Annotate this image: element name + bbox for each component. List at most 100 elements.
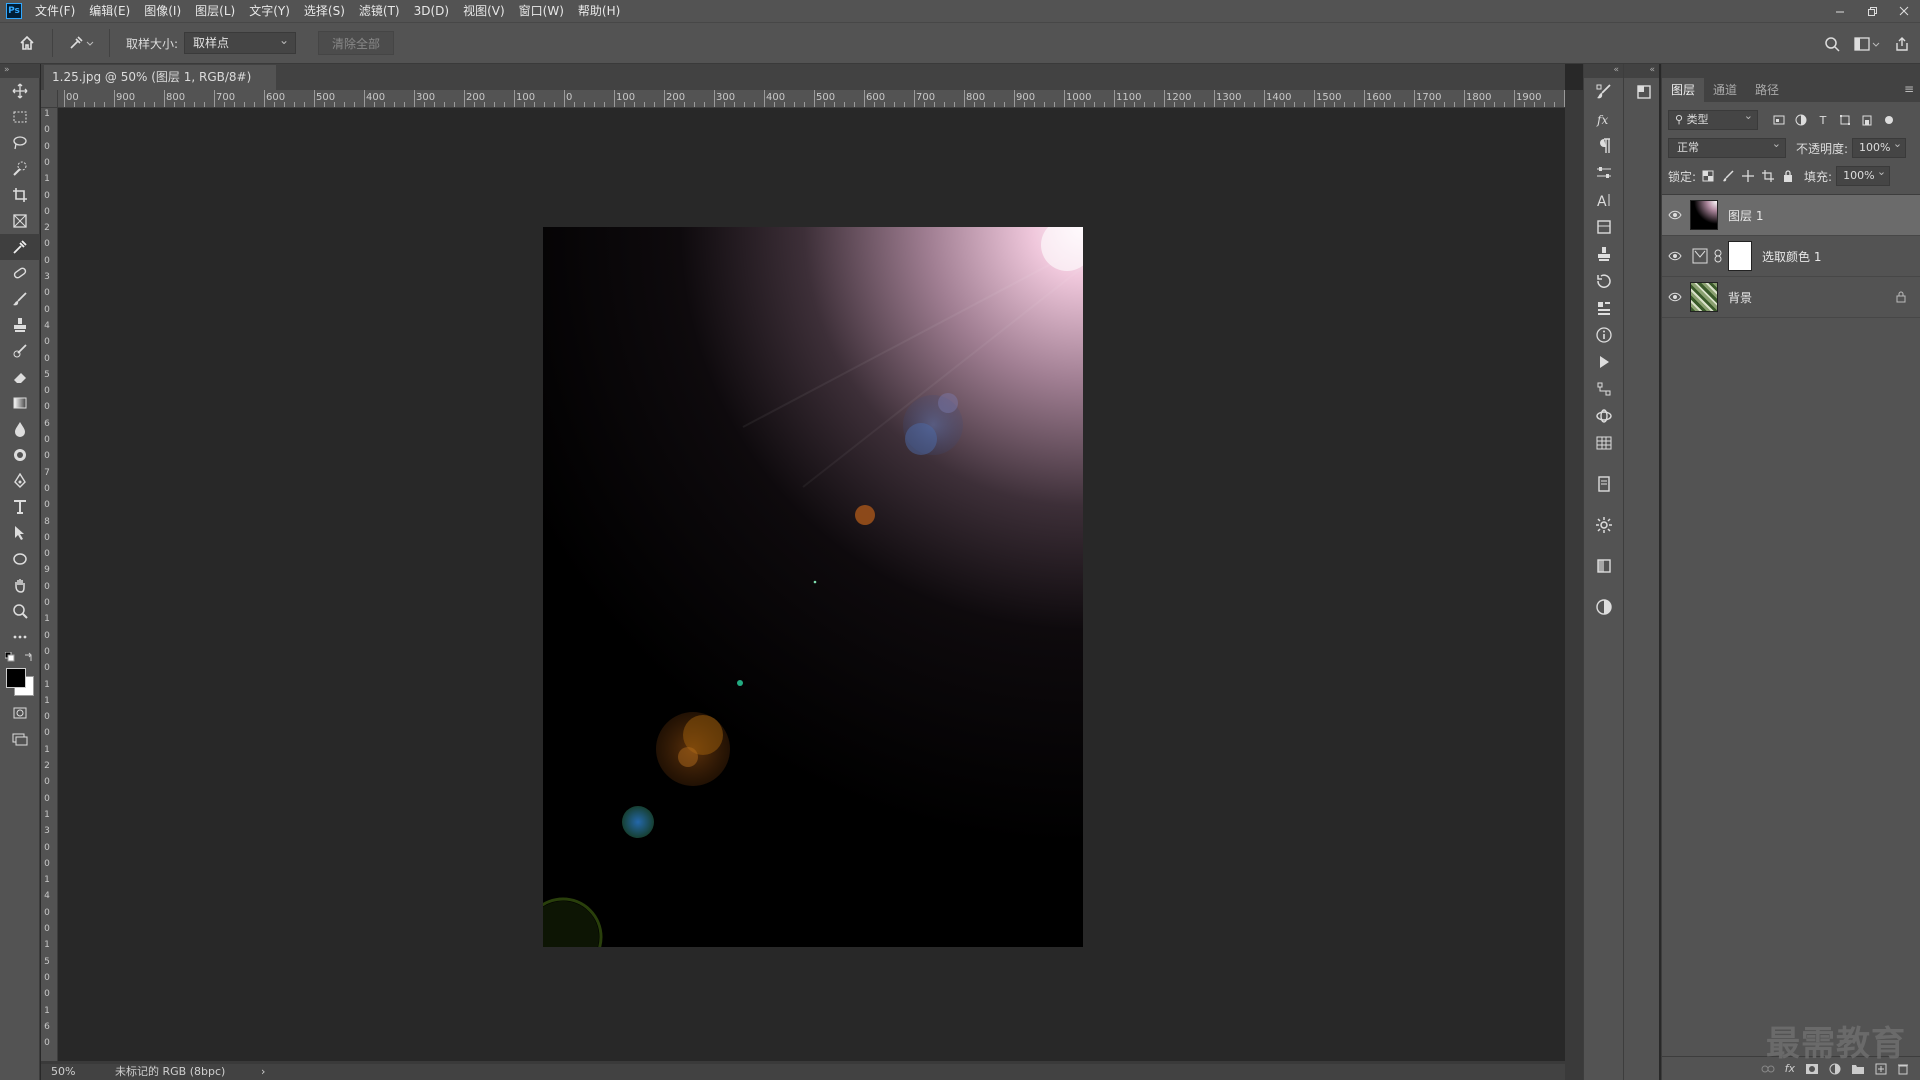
zoom-tool-icon[interactable]	[0, 598, 40, 624]
lock-artboard-icon[interactable]	[1762, 170, 1775, 182]
visibility-eye-icon[interactable]	[1662, 251, 1688, 261]
horizontal-ruler[interactable]: 00 900 800 700 600 500 400 300 200 100 0 100 200 300 4…	[58, 90, 1565, 108]
layer-row[interactable]: 图层 1	[1662, 195, 1920, 236]
lock-all-icon[interactable]	[1782, 170, 1794, 182]
default-colors-icon[interactable]	[5, 652, 15, 662]
foreground-color-swatch[interactable]	[6, 668, 26, 688]
panel-collapse-bar[interactable]	[1662, 64, 1920, 78]
lock-position-icon[interactable]	[1742, 170, 1755, 182]
lasso-tool-icon[interactable]	[0, 130, 40, 156]
visibility-eye-icon[interactable]	[1662, 210, 1688, 220]
panel-menu-icon[interactable]: ≡	[1904, 82, 1914, 96]
table-grid-icon[interactable]	[1584, 429, 1624, 456]
restore-icon[interactable]	[1856, 0, 1888, 22]
timeline-icon[interactable]	[1584, 552, 1624, 579]
path-selection-tool-icon[interactable]	[0, 520, 40, 546]
clear-all-button[interactable]: 清除全部	[318, 31, 395, 55]
lock-pixels-icon[interactable]	[1722, 170, 1734, 182]
share-icon[interactable]	[1894, 36, 1910, 52]
notes-icon[interactable]	[1584, 470, 1624, 497]
tab-paths[interactable]: 路径	[1746, 78, 1788, 102]
tool-preset-picker[interactable]	[61, 29, 101, 57]
eyedropper-tool-icon[interactable]	[0, 234, 40, 260]
crop-tool-icon[interactable]	[0, 182, 40, 208]
menu-view[interactable]: 视图(V)	[456, 0, 512, 22]
vertical-ruler[interactable]: 1 0 0 0 1 0 0 2 0 0 3 0 0 4 0 0 5 0 0 6 0 0 7 0 0 8 0 0 9 0 0 1 0 0 0 1 1 0 0 1…	[41, 108, 58, 1064]
plugins-gear-icon[interactable]	[1584, 511, 1624, 538]
chain-link-icon[interactable]	[1714, 249, 1722, 263]
stamp-tool-icon[interactable]	[0, 312, 40, 338]
sample-size-select[interactable]: 取样点	[184, 30, 297, 54]
type-tool-icon[interactable]	[0, 494, 40, 520]
document-tab[interactable]: 1.25.jpg @ 50% (图层 1, RGB/8#) *×	[44, 65, 276, 109]
hand-tool-icon[interactable]	[0, 572, 40, 598]
marquee-tool-icon[interactable]	[0, 104, 40, 130]
filter-type-icon[interactable]: T	[1816, 113, 1830, 127]
filter-toggle-icon[interactable]	[1882, 113, 1896, 127]
pen-tool-icon[interactable]	[0, 468, 40, 494]
home-button[interactable]	[10, 26, 44, 60]
minimize-icon[interactable]	[1824, 0, 1856, 22]
workspace-icon[interactable]	[1854, 36, 1880, 52]
menu-window[interactable]: 窗口(W)	[512, 0, 571, 22]
dock-collapse-icon[interactable]: «	[1584, 64, 1623, 78]
ellipse-tool-icon[interactable]	[0, 546, 40, 572]
menu-image[interactable]: 图像(I)	[137, 0, 188, 22]
blend-mode-select[interactable]: 正常	[1668, 135, 1786, 158]
history-brush-tool-icon[interactable]	[0, 338, 40, 364]
dodge-tool-icon[interactable]	[0, 442, 40, 468]
adjustments-sliders-icon[interactable]	[1584, 159, 1624, 186]
search-icon[interactable]	[1824, 36, 1840, 52]
filter-shape-icon[interactable]	[1838, 113, 1852, 127]
screen-mode-icon[interactable]	[0, 726, 40, 752]
history-icon[interactable]	[1584, 267, 1624, 294]
healing-brush-tool-icon[interactable]	[0, 260, 40, 286]
blur-tool-icon[interactable]	[0, 416, 40, 442]
more-tools-icon[interactable]	[0, 624, 40, 650]
opacity-input[interactable]: 100%	[1852, 135, 1907, 158]
menu-layer[interactable]: 图层(L)	[188, 0, 242, 22]
properties-icon[interactable]	[1584, 294, 1624, 321]
color-wheel-icon[interactable]	[1584, 593, 1624, 620]
paragraph-icon[interactable]	[1584, 132, 1624, 159]
layer-mask-thumbnail[interactable]	[1728, 241, 1752, 271]
fill-input[interactable]: 100%	[1836, 163, 1891, 186]
swatches-icon[interactable]	[1624, 78, 1664, 105]
gradient-tool-icon[interactable]	[0, 390, 40, 416]
styles-fx-icon[interactable]: fx	[1584, 105, 1624, 132]
brush-settings-icon[interactable]	[1584, 78, 1624, 105]
visibility-eye-icon[interactable]	[1662, 292, 1688, 302]
link-layers-icon[interactable]	[1761, 1064, 1775, 1074]
3d-icon[interactable]	[1584, 402, 1624, 429]
layer-name[interactable]: 图层 1	[1728, 207, 1763, 224]
menu-3d[interactable]: 3D(D)	[407, 0, 456, 22]
paths-icon[interactable]	[1584, 375, 1624, 402]
lock-transparent-icon[interactable]	[1702, 170, 1714, 182]
menu-select[interactable]: 选择(S)	[297, 0, 352, 22]
layer-filter-select[interactable]: ⚲ 类型	[1668, 107, 1758, 130]
info-icon[interactable]	[1584, 321, 1624, 348]
tab-channels[interactable]: 通道	[1704, 78, 1746, 102]
status-menu-arrow-icon[interactable]: ›	[261, 1064, 265, 1080]
character-icon[interactable]: A	[1584, 186, 1624, 213]
move-tool-icon[interactable]	[0, 78, 40, 104]
menu-edit[interactable]: 编辑(E)	[82, 0, 137, 22]
layer-row[interactable]: 选取颜色 1	[1662, 236, 1920, 277]
layer-row[interactable]: 背景	[1662, 277, 1920, 318]
quick-mask-icon[interactable]	[0, 700, 40, 726]
clone-source-icon[interactable]	[1584, 240, 1624, 267]
quick-select-tool-icon[interactable]	[0, 156, 40, 182]
filter-pixel-icon[interactable]	[1772, 113, 1786, 127]
menu-filter[interactable]: 滤镜(T)	[352, 0, 407, 22]
frame-tool-icon[interactable]	[0, 208, 40, 234]
actions-play-icon[interactable]	[1584, 348, 1624, 375]
brush-tool-icon[interactable]	[0, 286, 40, 312]
eraser-tool-icon[interactable]	[0, 364, 40, 390]
layer-name[interactable]: 选取颜色 1	[1762, 248, 1821, 265]
close-icon[interactable]	[1888, 0, 1920, 22]
menu-type[interactable]: 文字(Y)	[242, 0, 297, 22]
vertical-scrollbar[interactable]	[1565, 90, 1583, 1080]
swap-colors-icon[interactable]	[24, 652, 34, 662]
layer-name[interactable]: 背景	[1728, 289, 1752, 306]
document-canvas[interactable]	[543, 227, 1083, 947]
